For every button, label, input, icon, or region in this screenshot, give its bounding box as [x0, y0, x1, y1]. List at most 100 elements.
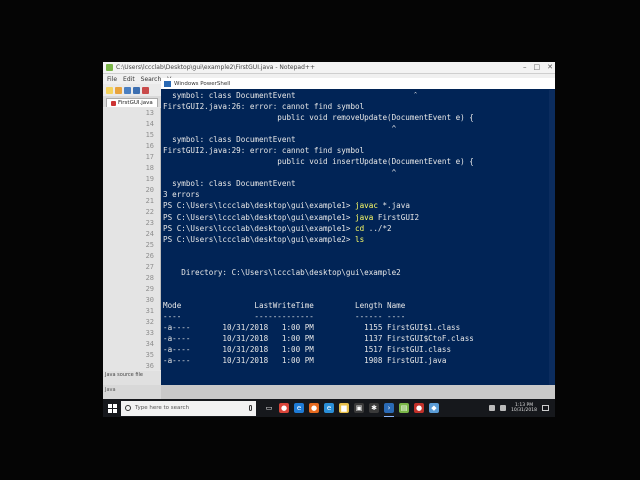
- search-icon: [125, 405, 131, 411]
- firefox-icon[interactable]: ●: [309, 403, 319, 413]
- line-number: 31: [145, 306, 154, 315]
- notepadpp-title-text: C:\Users\lccclab\Desktop\gui\example2\Fi…: [116, 64, 315, 71]
- console-output-line: ^: [163, 124, 397, 134]
- taskbar: Type here to search ▭ ● e ● e ▆ ▣ ✱ › ▤ ● ◆ 1:13 PM…: [103, 399, 555, 417]
- open-file-icon[interactable]: [115, 86, 122, 94]
- console-scrollbar[interactable]: [549, 90, 555, 385]
- console-prompt: PS C:\Users\lccclab\desktop\gui\example1…: [163, 212, 356, 222]
- microphone-icon[interactable]: [249, 405, 252, 411]
- console-command-line: PS C:\Users\lccclab\desktop\gui\example1…: [163, 223, 555, 234]
- line-number-gutter: 13 14 15 16 17 18 19 20 21 22 23 24 25 26 27 28 29 30 31 32…: [103, 108, 161, 370]
- line-number: 18: [145, 164, 154, 173]
- line-number: 28: [145, 274, 154, 283]
- close-file-icon[interactable]: [142, 86, 149, 94]
- volume-icon[interactable]: [500, 405, 507, 411]
- tab-label: FirstGUI.java: [118, 100, 153, 106]
- close-icon[interactable]: ✕: [547, 63, 553, 71]
- powershell-title-text: Windows PowerShell: [174, 80, 231, 87]
- console-command: cd: [355, 223, 365, 233]
- powershell-app-icon: [164, 80, 171, 87]
- line-number: 36: [145, 361, 154, 370]
- edge-icon[interactable]: e: [294, 403, 304, 413]
- notepadpp-icon[interactable]: ▤: [399, 403, 409, 413]
- notification-icon[interactable]: [542, 405, 549, 411]
- network-icon[interactable]: [489, 405, 496, 411]
- menu-edit[interactable]: Edit: [123, 76, 135, 83]
- line-number: 22: [145, 208, 154, 217]
- console-command-line: PS C:\Users\lccclab\desktop\gui\example1…: [163, 200, 555, 211]
- file-modified-icon: [111, 100, 116, 106]
- line-number: 34: [145, 339, 154, 348]
- desktop: C:\Users\lccclab\Desktop\gui\example2\Fi…: [103, 62, 555, 417]
- minimize-icon[interactable]: –: [523, 63, 527, 71]
- save-icon[interactable]: [124, 86, 131, 94]
- hint-text: Java: [105, 387, 116, 393]
- start-button[interactable]: [103, 399, 121, 417]
- line-number: 35: [145, 350, 154, 359]
- powershell-titlebar[interactable]: Windows PowerShell: [161, 78, 555, 89]
- notepadpp-app-icon: [106, 64, 113, 71]
- app-icon[interactable]: ◆: [429, 403, 439, 413]
- console-output-line: public void removeUpdate(DocumentEvent e…: [163, 113, 474, 123]
- line-number: 24: [145, 230, 154, 239]
- media-icon[interactable]: ●: [414, 403, 424, 413]
- console-command-line: PS C:\Users\lccclab\desktop\gui\example2…: [163, 234, 555, 245]
- windows-logo-icon: [107, 403, 117, 413]
- line-number: 17: [145, 153, 154, 162]
- console-output-line: symbol: class DocumentEvent: [163, 135, 296, 145]
- line-number: 13: [145, 109, 154, 118]
- console-output-line: 3 errors: [163, 190, 200, 200]
- console-output-line: -a---- 10/31/2018 1:00 PM 1908 FirstGUI.…: [163, 356, 447, 366]
- line-number: 23: [145, 219, 154, 228]
- line-number: 16: [145, 142, 154, 151]
- menu-file[interactable]: File: [107, 76, 117, 83]
- console-prompt: PS C:\Users\lccclab\desktop\gui\example1…: [163, 223, 356, 233]
- powershell-window[interactable]: Windows PowerShell ^ symbol: class Docum…: [161, 78, 555, 385]
- notepadpp-titlebar[interactable]: C:\Users\lccclab\Desktop\gui\example2\Fi…: [103, 62, 555, 74]
- console-output-line: FirstGUI2.java:29: error: cannot find sy…: [163, 146, 365, 156]
- line-number: 32: [145, 317, 154, 326]
- line-number: 30: [145, 295, 154, 304]
- console-command-line: PS C:\Users\lccclab\desktop\gui\example1…: [163, 212, 555, 223]
- console-prompt: PS C:\Users\lccclab\desktop\gui\example2…: [163, 234, 356, 244]
- line-number: 27: [145, 263, 154, 272]
- taskbar-clock[interactable]: 1:13 PM 10/31/2018: [511, 403, 537, 414]
- console-output-line: symbol: class DocumentEvent: [163, 179, 296, 189]
- console-output-line: ^: [163, 168, 397, 178]
- clock-date: 10/31/2018: [511, 408, 537, 413]
- console-command: ls: [355, 234, 365, 244]
- powershell-console[interactable]: symbol: class DocumentEvent FirstGUI2.jav…: [161, 90, 555, 385]
- tab-firstgui-java[interactable]: FirstGUI.java: [106, 98, 158, 107]
- notepadpp-window-controls: – □ ✕: [523, 63, 553, 71]
- task-view-icon[interactable]: ▭: [264, 403, 274, 413]
- console-command-args: *.java: [377, 201, 410, 211]
- line-number: 29: [145, 284, 154, 293]
- console-command: java: [355, 212, 374, 222]
- notepadpp-statusbar: Java source file: [103, 371, 161, 385]
- console-output-line: public void insertUpdate(DocumentEvent e…: [163, 157, 474, 167]
- console-output-line: symbol: class DocumentEvent: [163, 91, 296, 100]
- line-number: 33: [145, 328, 154, 337]
- taskbar-apps: ▭ ● e ● e ▆ ▣ ✱ › ▤ ● ◆: [256, 403, 439, 417]
- new-file-icon[interactable]: [106, 86, 113, 94]
- maximize-icon[interactable]: □: [534, 63, 541, 71]
- save-all-icon[interactable]: [133, 86, 140, 94]
- taskbar-search-box[interactable]: Type here to search: [121, 400, 256, 416]
- powershell-icon[interactable]: ›: [384, 403, 394, 417]
- search-placeholder: Type here to search: [135, 405, 190, 411]
- file-explorer-icon[interactable]: ▆: [339, 403, 349, 413]
- console-output-line: -a---- 10/31/2018 1:00 PM 1517 FirstGUI.…: [163, 345, 452, 355]
- chrome-icon[interactable]: ●: [279, 403, 289, 413]
- settings-icon[interactable]: ✱: [369, 403, 379, 413]
- line-number: 20: [145, 186, 154, 195]
- ie-icon[interactable]: e: [324, 403, 334, 413]
- store-icon[interactable]: ▣: [354, 403, 364, 413]
- line-number: 14: [145, 120, 154, 129]
- line-number: 19: [145, 175, 154, 184]
- console-command-args: ../*2: [364, 223, 392, 233]
- menu-search[interactable]: Search: [141, 76, 162, 83]
